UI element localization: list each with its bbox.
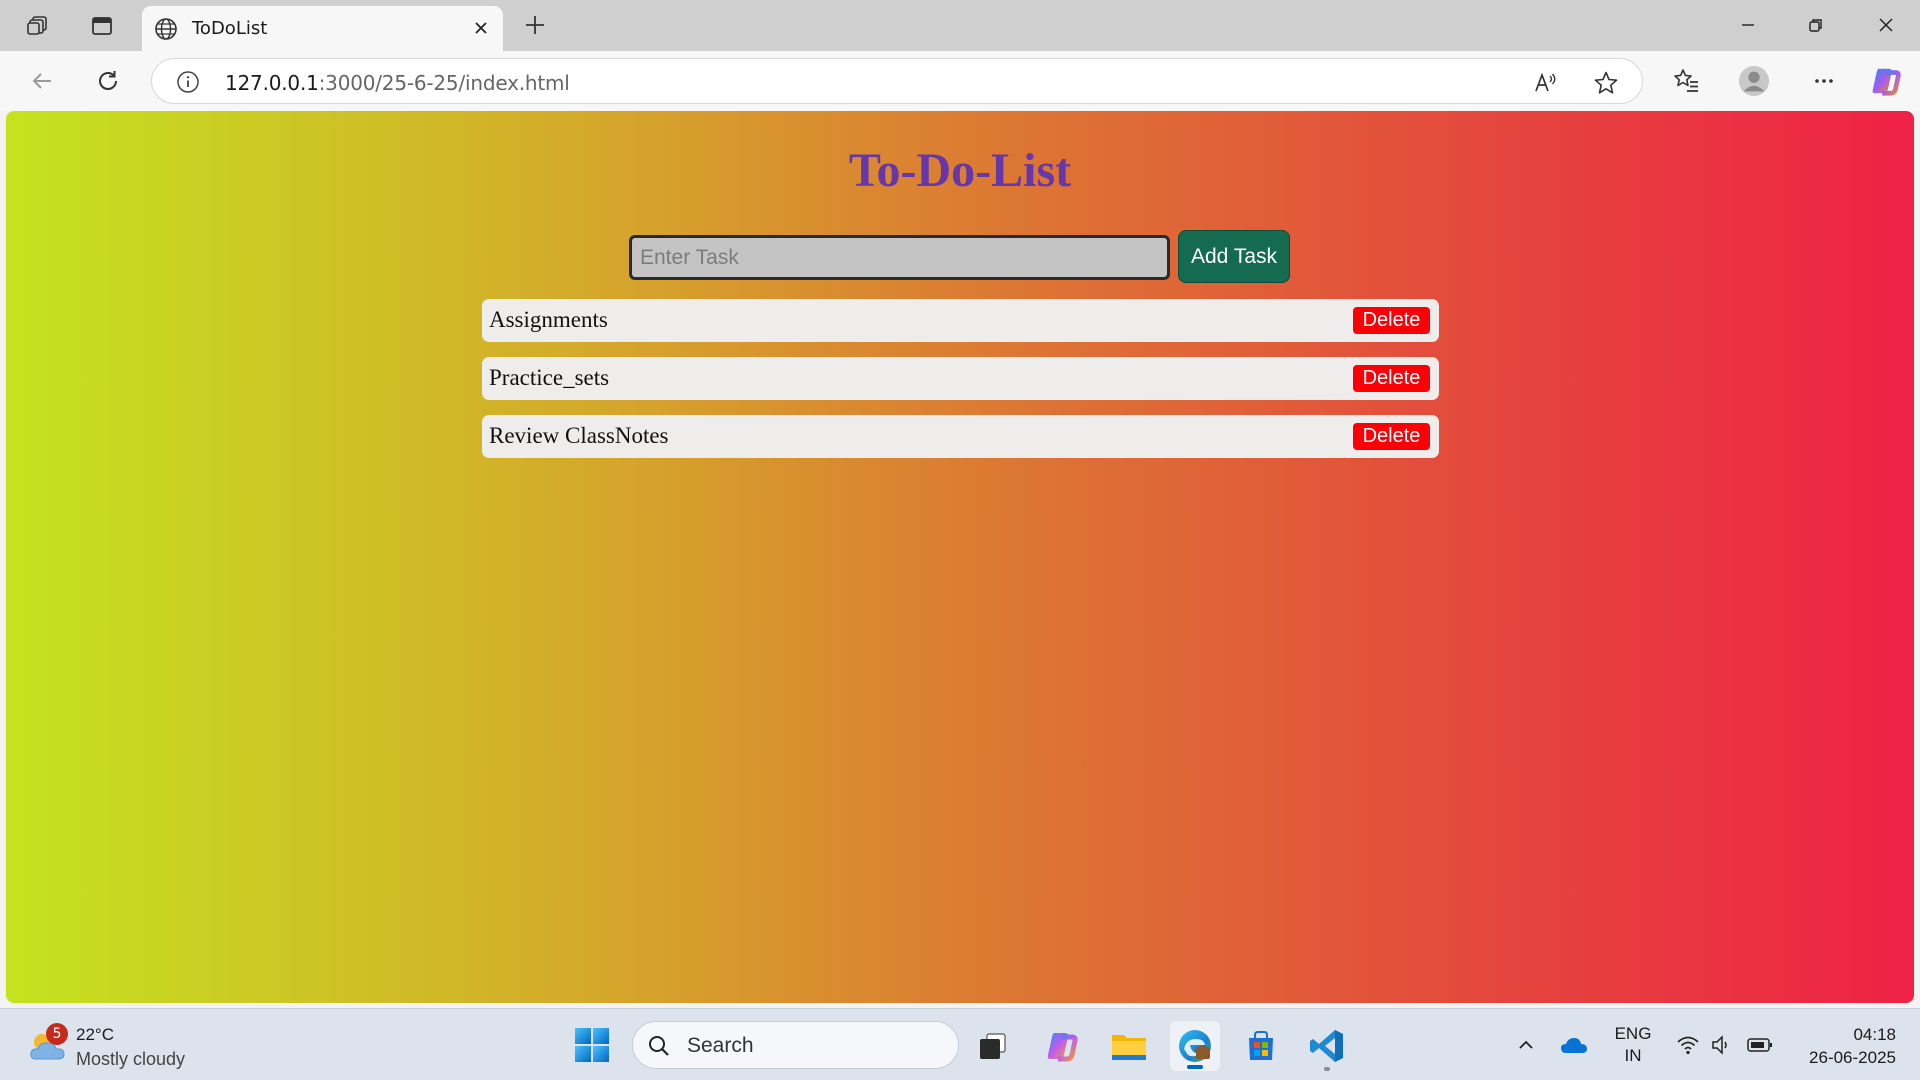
task-view-icon[interactable] [968, 1021, 1018, 1071]
microsoft-store-icon[interactable] [1236, 1021, 1286, 1071]
close-window-icon[interactable] [1866, 8, 1906, 42]
language-secondary: IN [1624, 1046, 1642, 1065]
file-explorer-icon[interactable] [1104, 1021, 1154, 1071]
browser-toolbar: 127.0.0.1:3000/25-6-25/index.html [0, 51, 1920, 111]
url-path: :3000/25-6-25/index.html [318, 71, 570, 95]
favorites-icon[interactable] [1670, 65, 1702, 97]
minimize-icon[interactable] [1728, 8, 1768, 42]
page-viewport: To-Do-List Add Task Assignments Delete P… [6, 111, 1914, 1003]
delete-button[interactable]: Delete [1353, 423, 1430, 450]
read-aloud-icon[interactable] [1532, 69, 1560, 97]
clock-time: 04:18 [1853, 1025, 1896, 1044]
add-task-button[interactable]: Add Task [1178, 230, 1290, 283]
browser-tab-bar: ToDoList [0, 0, 1920, 51]
url-text: 127.0.0.1:3000/25-6-25/index.html [225, 71, 570, 95]
search-label: Search [687, 1034, 754, 1057]
search-icon [649, 1036, 669, 1056]
weather-temperature: 22°C [76, 1025, 114, 1044]
delete-button[interactable]: Delete [1353, 365, 1430, 392]
refresh-icon[interactable] [92, 65, 124, 97]
vertical-tabs-icon[interactable] [86, 10, 118, 42]
delete-button[interactable]: Delete [1353, 307, 1430, 334]
close-tab-icon[interactable] [469, 16, 493, 40]
favorite-star-icon[interactable] [1592, 69, 1620, 97]
restore-icon[interactable] [1796, 8, 1836, 42]
task-input[interactable] [629, 235, 1170, 280]
language-primary: ENG [1614, 1024, 1652, 1043]
workspaces-icon[interactable] [22, 10, 54, 42]
copilot-icon[interactable] [1870, 65, 1902, 97]
weather-description: Mostly cloudy [76, 1049, 186, 1069]
active-app-indicator [1187, 1065, 1203, 1069]
site-info-icon[interactable] [176, 70, 200, 94]
edge-browser-icon[interactable] [1170, 1021, 1220, 1071]
task-text: Practice_sets [489, 365, 610, 390]
task-item: Practice_sets Delete [482, 357, 1439, 400]
wifi-icon[interactable] [1674, 1031, 1702, 1059]
tab-title: ToDoList [192, 18, 268, 39]
task-item: Review ClassNotes Delete [482, 415, 1439, 458]
taskbar-search[interactable]: Search [632, 1021, 959, 1069]
vscode-icon[interactable] [1302, 1021, 1352, 1071]
volume-icon[interactable] [1708, 1031, 1736, 1059]
new-tab-icon[interactable] [520, 10, 550, 40]
copilot-app-icon[interactable] [1037, 1021, 1087, 1071]
language-indicator[interactable]: ENG IN [1610, 1023, 1656, 1067]
battery-icon[interactable] [1746, 1031, 1774, 1059]
weather-badge: 5 [46, 1023, 68, 1045]
more-menu-icon[interactable] [1808, 65, 1840, 97]
profile-avatar[interactable] [1738, 65, 1770, 97]
windows-start-icon[interactable] [572, 1025, 612, 1065]
task-text: Assignments [489, 307, 608, 332]
task-item: Assignments Delete [482, 299, 1439, 342]
task-list: Assignments Delete Practice_sets Delete … [482, 299, 1439, 473]
url-host: 127.0.0.1 [225, 71, 319, 95]
windows-taskbar: 5 22°C Mostly cloudy Search ENG IN 04:18… [0, 1008, 1920, 1080]
page-title: To-Do-List [848, 144, 1072, 197]
onedrive-cloud-icon[interactable] [1560, 1031, 1588, 1059]
globe-icon [155, 18, 177, 40]
task-text: Review ClassNotes [489, 423, 669, 448]
show-hidden-icons-chevron-icon[interactable] [1512, 1031, 1540, 1059]
weather-widget[interactable]: 5 22°C Mostly cloudy [24, 1021, 204, 1071]
active-tab[interactable]: ToDoList [142, 6, 503, 51]
system-clock[interactable]: 04:18 26-06-2025 [1790, 1023, 1896, 1069]
back-arrow-icon[interactable] [26, 65, 58, 97]
address-bar[interactable]: 127.0.0.1:3000/25-6-25/index.html [151, 58, 1643, 104]
clock-date: 26-06-2025 [1809, 1048, 1896, 1067]
running-app-dot [1324, 1067, 1330, 1071]
